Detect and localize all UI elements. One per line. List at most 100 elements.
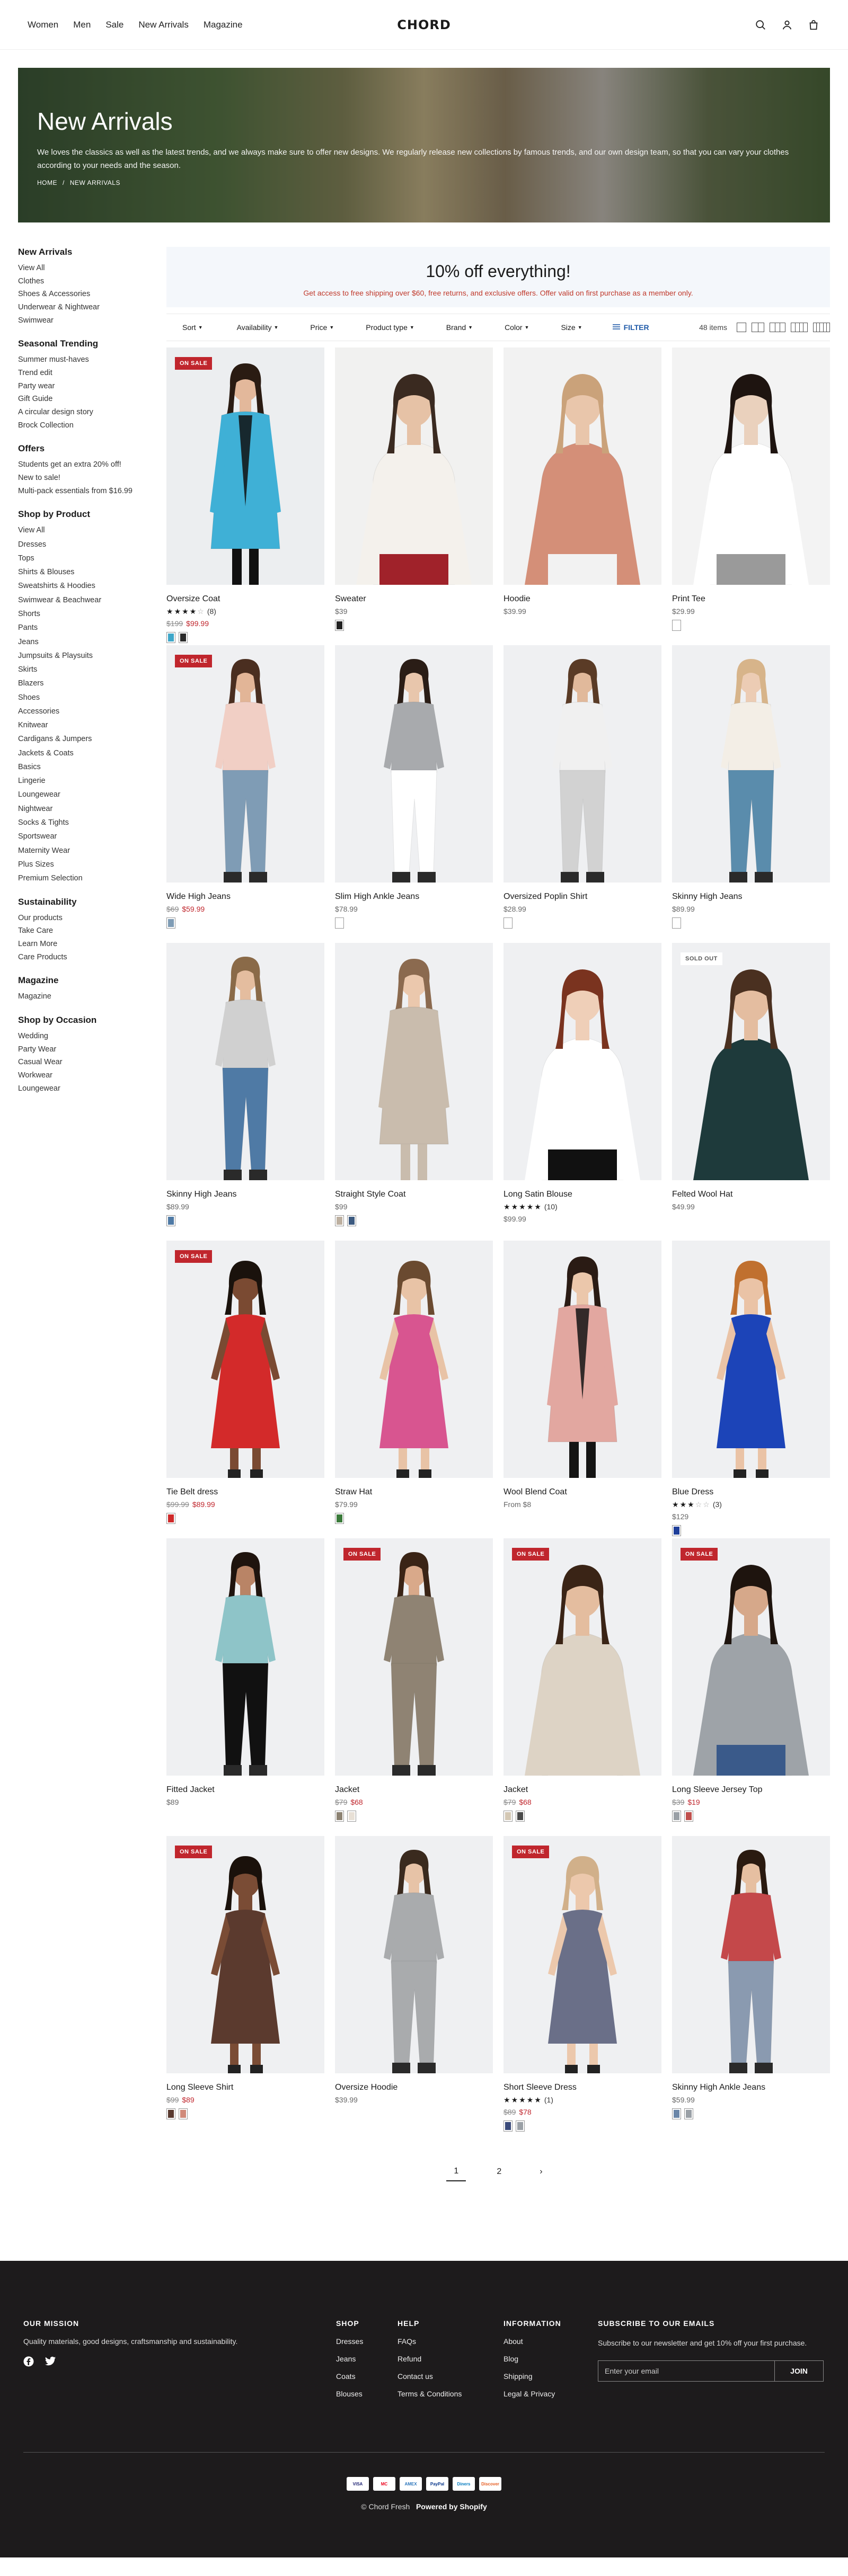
brand-dropdown[interactable]: Brand ▼ xyxy=(446,323,473,332)
sidebar-link[interactable]: Shoes & Accessories xyxy=(18,290,166,299)
product-name[interactable]: Jacket xyxy=(504,1785,661,1795)
color-swatch[interactable] xyxy=(684,2108,693,2119)
grid-1-icon[interactable] xyxy=(737,323,746,332)
product-image[interactable] xyxy=(335,1241,493,1478)
sidebar-link[interactable]: Party Wear xyxy=(18,1045,166,1054)
product-name[interactable]: Blue Dress xyxy=(672,1487,830,1497)
footer-link[interactable]: Shipping xyxy=(504,2372,598,2381)
product-image[interactable]: ON SALE xyxy=(672,1538,830,1776)
sidebar-link[interactable]: Shoes xyxy=(18,693,166,702)
product-name[interactable]: Slim High Ankle Jeans xyxy=(335,892,493,902)
product-name[interactable]: Hoodie xyxy=(504,594,661,604)
product-name[interactable]: Oversize Coat xyxy=(166,594,324,604)
product-image[interactable]: SOLD OUT xyxy=(672,943,830,1180)
product-image[interactable] xyxy=(504,645,661,883)
breadcrumb-home[interactable]: HOME xyxy=(37,179,57,186)
sidebar-link[interactable]: Wedding xyxy=(18,1032,166,1041)
sidebar-link[interactable]: Premium Selection xyxy=(18,874,166,883)
page-1[interactable]: 1 xyxy=(446,2162,466,2181)
color-swatch[interactable] xyxy=(166,632,175,643)
product-name[interactable]: Short Sleeve Dress xyxy=(504,2083,661,2092)
product-image[interactable] xyxy=(504,943,661,1180)
next-page-icon[interactable]: › xyxy=(532,2163,550,2181)
color-swatch[interactable] xyxy=(672,620,681,631)
color-swatch[interactable] xyxy=(516,1811,525,1822)
footer-link[interactable]: Refund xyxy=(398,2355,504,2363)
grid-4-icon[interactable] xyxy=(791,323,808,332)
color-swatch[interactable] xyxy=(516,2120,525,2132)
product-image[interactable] xyxy=(672,347,830,585)
product-name[interactable]: Skinny High Jeans xyxy=(672,892,830,902)
product-image[interactable] xyxy=(672,1241,830,1478)
product-name[interactable]: Oversized Poplin Shirt xyxy=(504,892,661,902)
color-swatch[interactable] xyxy=(504,2120,513,2132)
filter-button[interactable]: FILTER xyxy=(612,323,649,332)
footer-link[interactable]: FAQs xyxy=(398,2337,504,2346)
product-image[interactable] xyxy=(335,347,493,585)
product-image[interactable]: ON SALE xyxy=(166,1836,324,2073)
sidebar-link[interactable]: Workwear xyxy=(18,1071,166,1080)
sidebar-link[interactable]: Take Care xyxy=(18,926,166,935)
color-swatch[interactable] xyxy=(335,1215,344,1226)
product-image[interactable]: ON SALE xyxy=(166,1241,324,1478)
sidebar-link[interactable]: Shorts xyxy=(18,610,166,619)
product-name[interactable]: Long Sleeve Jersey Top xyxy=(672,1785,830,1795)
color-swatch[interactable] xyxy=(504,1811,513,1822)
product-name[interactable]: Long Sleeve Shirt xyxy=(166,2083,324,2092)
sidebar-link[interactable]: Plus Sizes xyxy=(18,860,166,869)
size-dropdown[interactable]: Size ▼ xyxy=(561,323,582,332)
sidebar-link[interactable]: Nightwear xyxy=(18,805,166,814)
sidebar-link[interactable]: A circular design story xyxy=(18,408,166,417)
sidebar-link[interactable]: Sweatshirts & Hoodies xyxy=(18,582,166,591)
account-icon[interactable] xyxy=(780,18,794,32)
product-name[interactable]: Sweater xyxy=(335,594,493,604)
sidebar-link[interactable]: Multi-pack essentials from $16.99 xyxy=(18,487,166,496)
nav-magazine[interactable]: Magazine xyxy=(204,20,243,30)
sidebar-link[interactable]: Casual Wear xyxy=(18,1058,166,1067)
product-image[interactable]: ON SALE xyxy=(504,1836,661,2073)
sidebar-link[interactable]: Our products xyxy=(18,914,166,923)
sidebar-link[interactable]: Tops xyxy=(18,554,166,563)
product-image[interactable] xyxy=(672,1836,830,2073)
sidebar-link[interactable]: Swimwear xyxy=(18,316,166,325)
product-name[interactable]: Fitted Jacket xyxy=(166,1785,324,1795)
nav-men[interactable]: Men xyxy=(73,20,91,30)
sidebar-link[interactable]: Pants xyxy=(18,623,166,632)
sidebar-link[interactable]: Gift Guide xyxy=(18,395,166,404)
sidebar-link[interactable]: Underwear & Nightwear xyxy=(18,303,166,312)
sidebar-link[interactable]: Party wear xyxy=(18,382,166,391)
footer-link[interactable]: Jeans xyxy=(336,2355,398,2363)
sidebar-link[interactable]: Dresses xyxy=(18,540,166,549)
sidebar-link[interactable]: Trend edit xyxy=(18,369,166,378)
sidebar-link[interactable]: Shirts & Blouses xyxy=(18,568,166,577)
color-swatch[interactable] xyxy=(672,1525,681,1536)
sidebar-link[interactable]: View All xyxy=(18,526,166,535)
product-name[interactable]: Print Tee xyxy=(672,594,830,604)
color-swatch[interactable] xyxy=(335,620,344,631)
sidebar-link[interactable]: Cardigans & Jumpers xyxy=(18,735,166,744)
color-swatch[interactable] xyxy=(672,1811,681,1822)
color-swatch[interactable] xyxy=(179,2108,188,2119)
sidebar-link[interactable]: Jeans xyxy=(18,638,166,647)
product-image[interactable]: ON SALE xyxy=(166,645,324,883)
product-name[interactable]: Tie Belt dress xyxy=(166,1487,324,1497)
sidebar-link[interactable]: View All xyxy=(18,264,166,273)
color-swatch[interactable] xyxy=(347,1811,356,1822)
sidebar-link[interactable]: Clothes xyxy=(18,277,166,286)
sidebar-link[interactable]: Jumpsuits & Playsuits xyxy=(18,652,166,661)
sidebar-link[interactable]: Accessories xyxy=(18,707,166,716)
grid-5-icon[interactable] xyxy=(813,323,830,332)
product-image[interactable]: ON SALE xyxy=(335,1538,493,1776)
product-image[interactable] xyxy=(166,943,324,1180)
product-name[interactable]: Straight Style Coat xyxy=(335,1190,493,1199)
cart-icon[interactable] xyxy=(807,18,820,32)
product-image[interactable] xyxy=(672,645,830,883)
product-name[interactable]: Oversize Hoodie xyxy=(335,2083,493,2092)
product-name[interactable]: Wide High Jeans xyxy=(166,892,324,902)
nav-women[interactable]: Women xyxy=(28,20,58,30)
footer-link[interactable]: Terms & Conditions xyxy=(398,2390,504,2398)
sidebar-link[interactable]: Sportswear xyxy=(18,832,166,841)
sidebar-link[interactable]: Lingerie xyxy=(18,777,166,786)
nav-new-arrivals[interactable]: New Arrivals xyxy=(138,20,188,30)
color-swatch[interactable] xyxy=(672,2108,681,2119)
